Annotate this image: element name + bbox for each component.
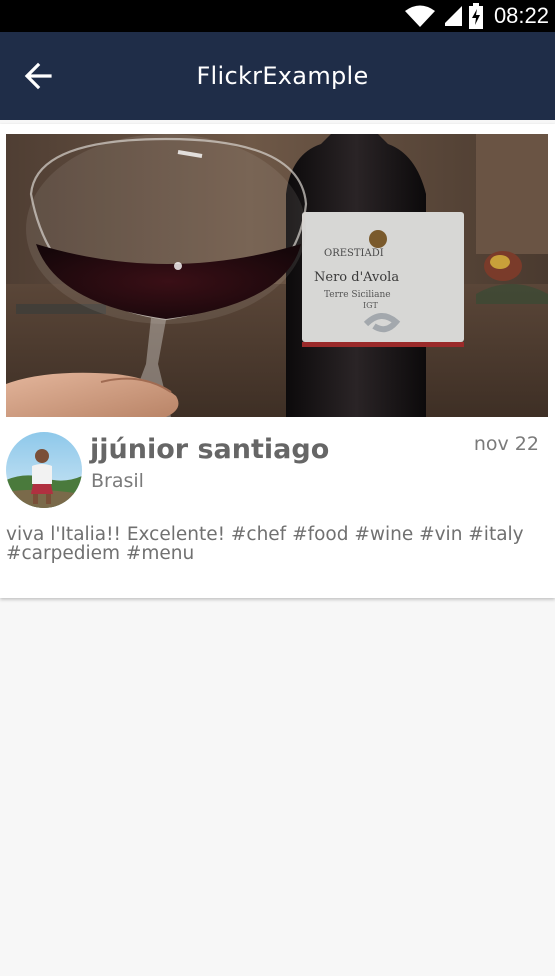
- app-bar: FlickrExample: [0, 32, 555, 120]
- label-brand: ORESTIADI: [324, 248, 384, 259]
- post-card[interactable]: ORESTIADI Nero d'Avola Terre Siciliane I…: [0, 124, 555, 598]
- avatar[interactable]: [6, 432, 82, 508]
- post-caption: viva l'Italia!! Excelente! #chef #food #…: [6, 524, 524, 564]
- user-name[interactable]: jjúnior santiago: [90, 434, 329, 465]
- status-icons: 08:22: [404, 0, 549, 32]
- status-bar: 08:22: [0, 0, 555, 32]
- post-date: nov 22: [473, 433, 539, 455]
- label-wine-name: Nero d'Avola: [314, 270, 399, 285]
- wifi-icon: [404, 5, 435, 27]
- signal-icon: [441, 6, 462, 26]
- user-location: Brasil: [91, 470, 144, 492]
- status-time: 08:22: [493, 3, 549, 28]
- label-igt: IGT: [363, 301, 379, 310]
- app-title: FlickrExample: [196, 62, 369, 90]
- post-photo[interactable]: ORESTIADI Nero d'Avola Terre Siciliane I…: [6, 134, 548, 417]
- label-region: Terre Siciliane: [324, 290, 391, 300]
- battery-charging-icon: [468, 3, 483, 29]
